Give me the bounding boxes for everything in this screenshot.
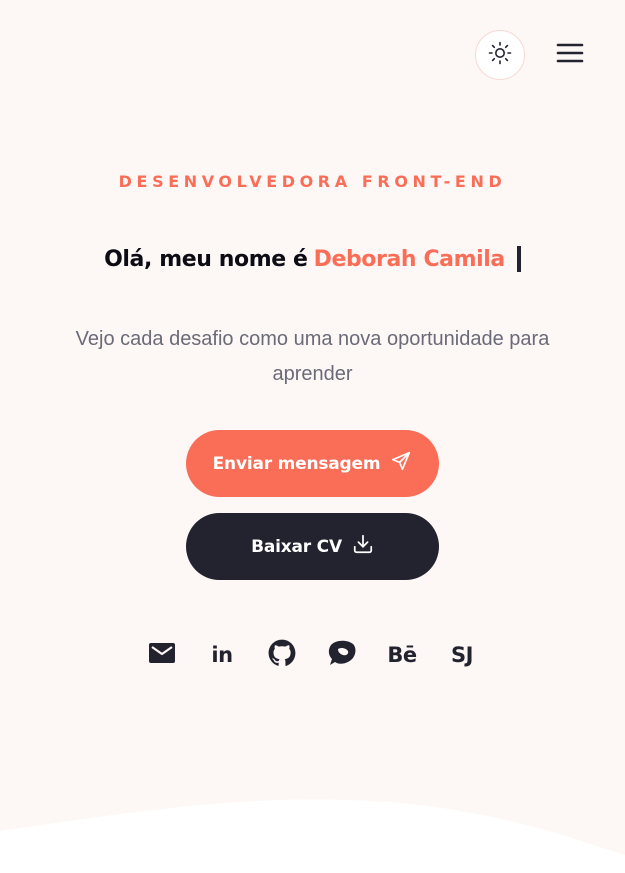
theme-toggle-button[interactable] [475,30,525,80]
hero-page: DESENVOLVEDORA FRONT-END Olá, meu nome é… [0,0,625,873]
greeting-heading: Olá, meu nome é Deborah Camila [0,246,625,272]
social-github-link[interactable] [266,637,298,673]
download-cv-label: Baixar CV [251,536,342,557]
mail-icon [148,641,176,669]
download-cv-button[interactable]: Baixar CV [186,513,439,580]
paper-plane-icon [390,450,412,477]
bottom-wave [0,799,625,873]
role-eyebrow: DESENVOLVEDORA FRONT-END [118,172,507,191]
tagline: Vejo cada desafio como uma nova oportuni… [75,328,550,385]
send-message-label: Enviar mensagem [212,453,381,474]
typing-caret [516,246,521,272]
greeting-prefix: Olá, meu nome é [104,246,308,272]
behance-icon: Bē [387,643,417,667]
social-links: in Bē SJ [146,637,478,673]
linkedin-icon: in [211,643,233,667]
github-icon [268,639,296,671]
sun-icon [488,41,512,69]
blog-icon [327,639,357,671]
social-linkedin-link[interactable]: in [206,637,238,673]
send-message-button[interactable]: Enviar mensagem [186,430,439,497]
download-icon [352,533,374,560]
sj-icon: SJ [451,643,473,667]
social-behance-link[interactable]: Bē [386,637,418,673]
social-sj-link[interactable]: SJ [446,637,478,673]
owner-name: Deborah Camila [313,246,506,272]
menu-button[interactable] [553,40,587,70]
social-email-link[interactable] [146,637,178,673]
hamburger-menu-icon [556,42,584,68]
social-blog-link[interactable] [326,637,358,673]
